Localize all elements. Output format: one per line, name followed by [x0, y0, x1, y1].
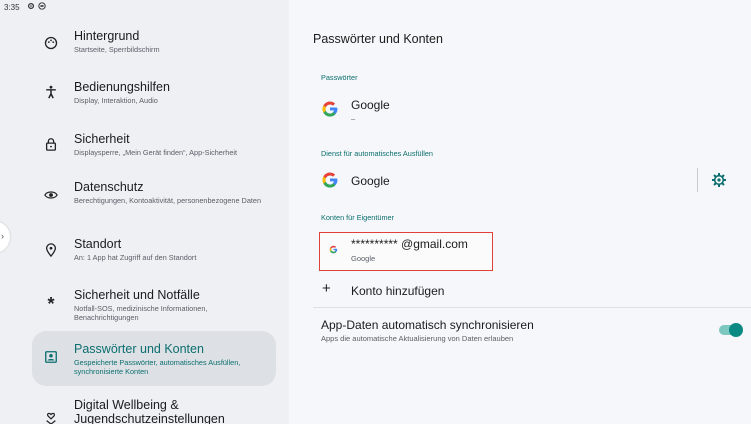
accessibility-icon [46, 85, 56, 99]
sidebar-item-digital-wellbeing[interactable]: Digital Wellbeing & Jugendschutzeinstell… [32, 394, 276, 424]
section-header-owner-accounts: Konten für Eigentümer [321, 213, 395, 222]
google-logo-icon [322, 172, 338, 188]
vpn-status-icon [38, 2, 46, 10]
sidebar-item-title: Hintergrund [74, 29, 140, 43]
plus-icon: + [322, 280, 331, 297]
sidebar-item-title: Bedienungshilfen [74, 80, 170, 94]
auto-sync-subtitle: Apps die automatische Aktualisierung von… [321, 334, 514, 343]
settings-gear-status-icon [27, 2, 35, 10]
autofill-provider-name: Google [351, 174, 390, 188]
sidebar-item-bedienungshilfen[interactable]: Bedienungshilfen Display, Interaktion, A… [32, 75, 276, 111]
google-logo-icon [322, 101, 338, 117]
sidebar-item-title: Datenschutz [74, 180, 144, 194]
sidebar-item-datenschutz[interactable]: Datenschutz Berechtigungen, Kontoaktivit… [32, 174, 276, 218]
account-email: ********** @gmail.com [351, 237, 468, 251]
sidebar-item-title: Sicherheit [74, 132, 130, 146]
sidebar-item-title: Passwörter und Konten [74, 342, 204, 356]
add-account-label: Konto hinzufügen [351, 284, 445, 298]
palette-icon [44, 36, 58, 50]
sidebar-item-subtitle: Startseite, Sperrbildschirm [74, 45, 160, 54]
sidebar-item-passwoerter-konten[interactable]: Passwörter und Konten Gespeicherte Passw… [32, 331, 276, 386]
location-pin-icon [45, 243, 57, 257]
auto-sync-row[interactable]: App-Daten automatisch synchronisieren Ap… [313, 314, 747, 346]
privacy-eye-icon [44, 191, 58, 199]
section-header-passwords: Passwörter [321, 73, 358, 82]
account-type: Google [351, 254, 376, 263]
page-title: Passwörter und Konten [313, 32, 443, 46]
sidebar-item-subtitle: An: 1 App hat Zugriff auf den Standort [74, 253, 197, 262]
auto-sync-title: App-Daten automatisch synchronisieren [321, 318, 534, 332]
toggle-knob [729, 323, 743, 337]
sidebar-item-title: Standort [74, 237, 122, 251]
passwords-provider-row[interactable]: Google – [313, 92, 743, 126]
settings-sidebar: › Hintergrund Startseite, Sperrbildschir… [0, 14, 289, 424]
add-account-row[interactable]: + Konto hinzufügen [313, 278, 743, 302]
status-time: 3:35 [4, 3, 20, 12]
passwords-provider-sub: – [351, 114, 356, 123]
google-logo-small-icon [329, 245, 338, 254]
section-divider [313, 307, 751, 308]
autofill-settings-gear-icon[interactable] [711, 172, 727, 188]
sidebar-item-sicherheit-notfaelle[interactable]: * Sicherheit und Notfälle Notfall-SOS, m… [32, 284, 276, 328]
google-account-row[interactable]: ********** @gmail.com Google [319, 232, 493, 271]
autofill-divider [697, 168, 698, 192]
chevron-right-icon: › [1, 231, 4, 241]
autofill-provider-row[interactable]: Google [313, 166, 693, 194]
account-box-icon [45, 351, 57, 363]
lock-icon [45, 138, 57, 151]
sidebar-item-subtitle: Displaysperre, „Mein Gerät finden“, App-… [74, 148, 238, 157]
sidebar-item-sicherheit[interactable]: Sicherheit Displaysperre, „Mein Gerät fi… [32, 126, 276, 162]
sidebar-item-subtitle: Gespeicherte Passwörter, automatisches A… [74, 358, 241, 376]
sidebar-item-subtitle: Display, Interaktion, Audio [74, 96, 158, 105]
sidebar-item-subtitle: Notfall-SOS, medizinische Informationen,… [74, 304, 208, 322]
sidebar-item-title: Sicherheit und Notfälle [74, 288, 200, 302]
asterisk-icon: * [47, 293, 55, 314]
wellbeing-icon [46, 412, 56, 424]
back-edge-handle[interactable]: › [0, 221, 10, 253]
auto-sync-toggle[interactable] [719, 323, 743, 337]
sidebar-item-standort[interactable]: Standort An: 1 App hat Zugriff auf den S… [32, 232, 276, 268]
sidebar-item-title: Digital Wellbeing & Jugendschutzeinstell… [74, 398, 225, 424]
detail-pane: Passwörter und Konten Passwörter Google … [289, 0, 751, 424]
passwords-provider-name: Google [351, 98, 390, 112]
sidebar-item-subtitle: Berechtigungen, Kontoaktivität, personen… [74, 196, 262, 205]
sidebar-item-hintergrund[interactable]: Hintergrund Startseite, Sperrbildschirm [32, 26, 276, 62]
section-header-autofill: Dienst für automatisches Ausfüllen [321, 149, 433, 158]
